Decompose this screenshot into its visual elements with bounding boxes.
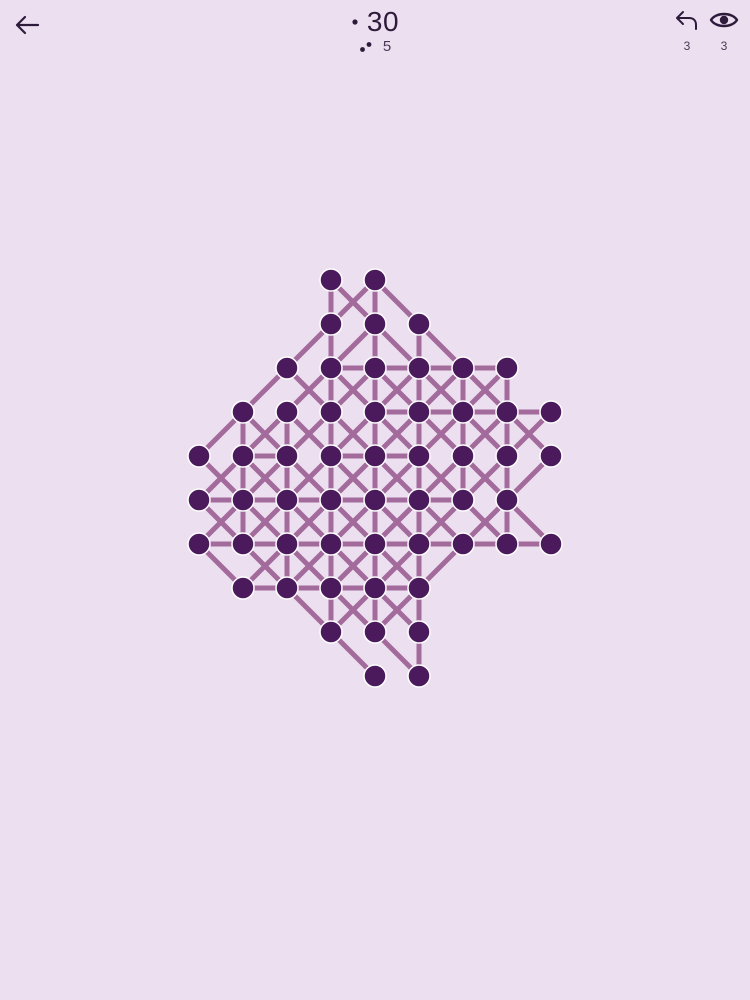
board-dot[interactable] (407, 488, 431, 512)
board-dot[interactable] (319, 576, 343, 600)
puzzle-board[interactable] (0, 0, 750, 1000)
board-dot[interactable] (187, 532, 211, 556)
board-dot[interactable] (319, 268, 343, 292)
board-dot[interactable] (539, 532, 563, 556)
board-dot[interactable] (319, 312, 343, 336)
board-dot[interactable] (363, 488, 387, 512)
board-dot[interactable] (187, 488, 211, 512)
board-dot[interactable] (363, 444, 387, 468)
connections-layer (196, 277, 554, 679)
board-dot[interactable] (363, 532, 387, 556)
board-dot[interactable] (319, 400, 343, 424)
board-dot[interactable] (495, 400, 519, 424)
board-dot[interactable] (231, 576, 255, 600)
board-dot[interactable] (363, 400, 387, 424)
board-dot[interactable] (319, 620, 343, 644)
board-dot[interactable] (319, 532, 343, 556)
board-dot[interactable] (363, 664, 387, 688)
board-dot[interactable] (231, 532, 255, 556)
board-dot[interactable] (275, 576, 299, 600)
board-dot[interactable] (407, 664, 431, 688)
board-dot[interactable] (275, 400, 299, 424)
board-dot[interactable] (451, 444, 475, 468)
board-dot[interactable] (407, 444, 431, 468)
board-dot[interactable] (187, 444, 211, 468)
board-dot[interactable] (275, 488, 299, 512)
board-dot[interactable] (539, 400, 563, 424)
board-dot[interactable] (275, 532, 299, 556)
board-dot[interactable] (407, 576, 431, 600)
board-dot[interactable] (495, 444, 519, 468)
board-dot[interactable] (539, 444, 563, 468)
board-dot[interactable] (407, 312, 431, 336)
board-dot[interactable] (407, 620, 431, 644)
board-dot[interactable] (451, 356, 475, 380)
board-dot[interactable] (363, 576, 387, 600)
board-dot[interactable] (407, 532, 431, 556)
board-dot[interactable] (451, 488, 475, 512)
board-dot[interactable] (451, 532, 475, 556)
board-dot[interactable] (363, 356, 387, 380)
board-dot[interactable] (275, 356, 299, 380)
board-dot[interactable] (363, 312, 387, 336)
board-dot[interactable] (231, 488, 255, 512)
board-dot[interactable] (275, 444, 299, 468)
board-dot[interactable] (231, 444, 255, 468)
board-dot[interactable] (495, 488, 519, 512)
board-dot[interactable] (495, 356, 519, 380)
board-dot[interactable] (407, 356, 431, 380)
board-dot[interactable] (451, 400, 475, 424)
board-dot[interactable] (319, 488, 343, 512)
board-dot[interactable] (319, 444, 343, 468)
board-dot[interactable] (319, 356, 343, 380)
board-dot[interactable] (363, 620, 387, 644)
board-dot[interactable] (231, 400, 255, 424)
board-dot[interactable] (407, 400, 431, 424)
board-dot[interactable] (495, 532, 519, 556)
board-dot[interactable] (363, 268, 387, 292)
